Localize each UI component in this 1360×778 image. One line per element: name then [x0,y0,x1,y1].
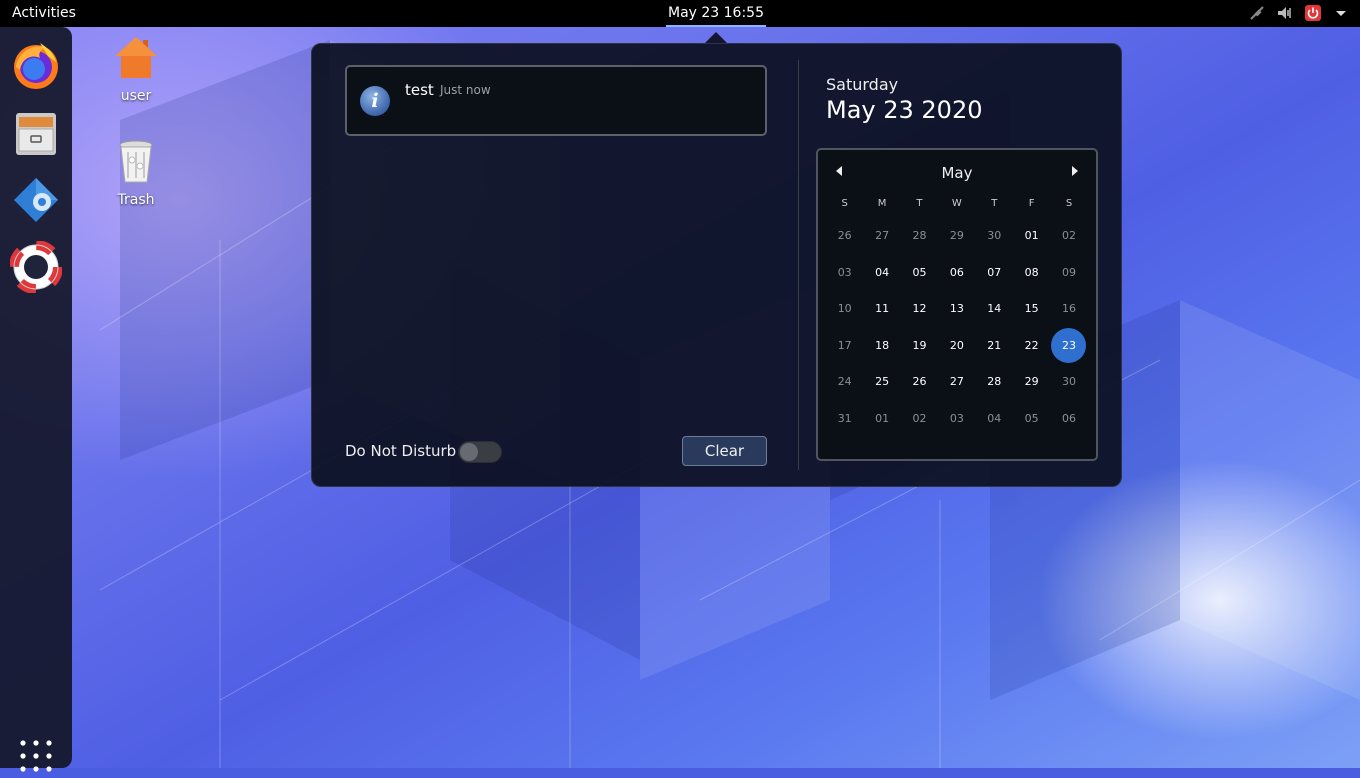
calendar-day[interactable]: 03 [938,401,975,437]
weekday-label: W [951,198,962,209]
desktop-icon-label: user [120,88,152,104]
calendar-day[interactable]: 04 [863,255,900,291]
calendar-day[interactable]: 26 [901,364,938,400]
trash-icon [119,140,153,183]
weekday-label: F [1028,198,1035,209]
calendar-month-label: May [941,164,973,182]
calendar-day[interactable]: 27 [938,364,975,400]
date-menu-popover: i test Just now Do Not Disturb Clear Sat… [311,43,1122,487]
calendar-day[interactable]: 01 [1013,218,1050,254]
top-bar: Activities May 23 16:55 [0,0,1360,27]
calendar-day[interactable]: 12 [901,291,938,327]
calendar-day[interactable]: 01 [863,401,900,437]
day-name[interactable]: Saturday [826,75,898,94]
notification-item[interactable]: i test Just now [345,65,767,136]
calendar: May S M T W T F S 26 27 28 29 30 01 02 0… [816,148,1098,461]
calendar-day[interactable]: 30 [1050,364,1087,400]
calendar-day[interactable]: 17 [826,328,863,364]
clear-button[interactable]: Clear [682,436,767,466]
calendar-day[interactable]: 07 [976,255,1013,291]
calendar-day[interactable]: 02 [901,401,938,437]
toggle-knob [460,443,478,461]
calendar-day[interactable]: 29 [1013,364,1050,400]
weekday-label: M [877,198,887,209]
chevron-down-icon [1332,4,1350,22]
files-icon[interactable] [10,107,62,159]
notification-title: test [405,81,434,99]
calendar-day[interactable]: 15 [1013,291,1050,327]
calendar-week: 10 11 12 13 14 15 16 [826,291,1088,328]
calendar-day[interactable]: 06 [1050,401,1087,437]
calendar-day-today[interactable]: 23 [1050,327,1087,364]
calendar-week: 31 01 02 03 04 05 06 [826,401,1088,438]
next-month-icon[interactable] [1072,166,1078,176]
power-icon [1304,4,1322,22]
calendar-day[interactable]: 02 [1050,218,1087,254]
help-icon[interactable] [9,240,63,294]
calendar-day[interactable]: 29 [938,218,975,254]
calendar-day[interactable]: 26 [826,218,863,254]
desktop-icon-trash[interactable]: Trash [96,138,176,208]
volume-icon [1276,4,1294,22]
desktop-icon-user[interactable]: user [96,34,176,104]
calendar-day[interactable]: 04 [976,401,1013,437]
calendar-day-today-label: 23 [1062,338,1077,352]
calendar-day[interactable]: 28 [976,364,1013,400]
calendar-day[interactable]: 16 [1050,291,1087,327]
info-icon: i [360,86,390,116]
calendar-day[interactable]: 21 [976,328,1013,364]
calendar-week: 03 04 05 06 07 08 09 [826,255,1088,292]
software-updater-icon[interactable] [10,174,62,226]
weekday-label: S [1065,198,1073,209]
calendar-day[interactable]: 05 [901,255,938,291]
calendar-day[interactable]: 24 [826,364,863,400]
calendar-day[interactable]: 11 [863,291,900,327]
calendar-day[interactable]: 19 [901,328,938,364]
do-not-disturb-toggle[interactable] [458,441,502,463]
calendar-day[interactable]: 22 [1013,328,1050,364]
calendar-week: 26 27 28 29 30 01 02 [826,218,1088,255]
calendar-day[interactable]: 30 [976,218,1013,254]
weekday-label: S [841,198,848,209]
network-wired-off-icon [1248,4,1266,22]
divider [798,60,799,470]
dock [0,27,72,772]
full-date[interactable]: May 23 2020 [826,96,983,124]
calendar-day[interactable]: 27 [863,218,900,254]
desktop-icon-label: Trash [117,192,155,208]
system-tray[interactable] [1248,4,1350,22]
calendar-day[interactable]: 31 [826,401,863,437]
activities-button[interactable]: Activities [12,5,76,21]
calendar-day[interactable]: 06 [938,255,975,291]
home-folder-icon [115,37,157,78]
do-not-disturb-label: Do Not Disturb [345,442,457,460]
weekday-label: T [916,198,923,209]
calendar-day[interactable]: 05 [1013,401,1050,437]
calendar-day[interactable]: 20 [938,328,975,364]
calendar-week: 17 18 19 20 21 22 23 [826,327,1088,365]
calendar-grid: S M T W T F S 26 27 28 29 30 01 02 03 04… [826,198,1088,437]
calendar-day[interactable]: 09 [1050,255,1087,291]
clock-button[interactable]: May 23 16:55 [666,0,766,27]
calendar-day[interactable]: 25 [863,364,900,400]
calendar-day[interactable]: 18 [863,328,900,364]
calendar-day[interactable]: 28 [901,218,938,254]
firefox-icon[interactable] [10,40,62,92]
weekday-label: T [991,198,998,209]
weekday-header: S M T W T F S [826,198,1088,218]
calendar-day[interactable]: 13 [938,291,975,327]
calendar-day[interactable]: 03 [826,255,863,291]
calendar-day[interactable]: 10 [826,291,863,327]
calendar-day[interactable]: 08 [1013,255,1050,291]
show-applications-icon[interactable] [18,738,54,774]
calendar-week: 24 25 26 27 28 29 30 [826,364,1088,401]
calendar-day[interactable]: 14 [976,291,1013,327]
notification-time: Just now [440,83,491,97]
